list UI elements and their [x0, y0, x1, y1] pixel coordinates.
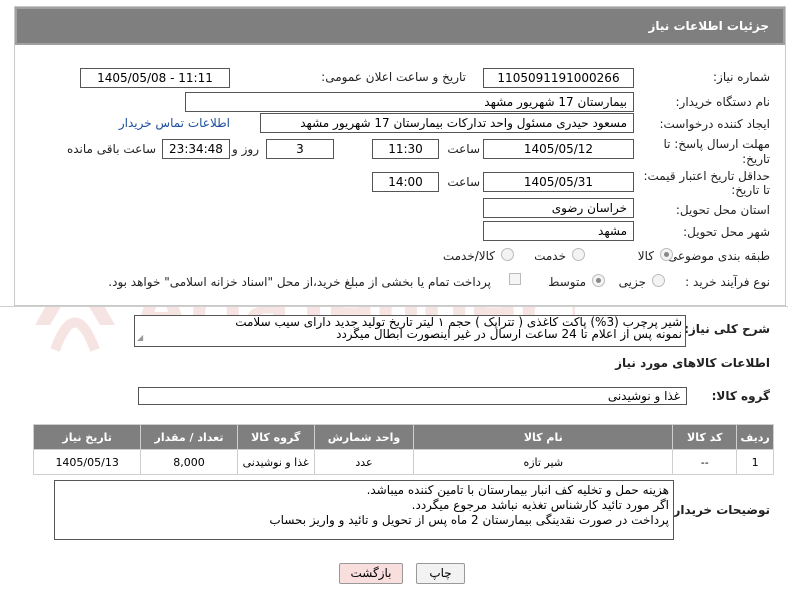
back-button[interactable]: بازگشت	[339, 563, 403, 584]
col-header-quantity: تعداد / مقدار	[140, 424, 238, 450]
validity-label-line2: تا تاریخ:	[731, 183, 770, 197]
col-header-name: نام کالا	[413, 424, 674, 450]
validity-time-label: ساعت	[447, 175, 480, 189]
deadline-label-line2: تاریخ:	[742, 152, 770, 166]
col-header-code: کد کالا	[672, 424, 738, 450]
goods-group-field: غذا و نوشیدنی	[138, 387, 687, 405]
general-desc-label: شرح کلی نیاز:	[684, 322, 770, 336]
creator-field: مسعود حیدری مسئول واحد تدارکات بیمارستان…	[260, 113, 634, 133]
cell-group: غذا و نوشیدنی	[236, 449, 315, 475]
province-label: استان محل تحویل:	[675, 203, 770, 217]
col-header-need-date: تاریخ نیاز	[32, 424, 142, 450]
days-remaining-field: 3	[266, 139, 334, 159]
buyer-contact-link[interactable]: اطلاعات تماس خریدار	[119, 116, 230, 130]
buyer-org-field: بیمارستان 17 شهریور مشهد	[185, 92, 634, 112]
category-label: طبقه بندی موضوعی:	[663, 249, 770, 263]
cell-need-date: 1405/05/13	[32, 449, 142, 475]
need-number-label: شماره نیاز:	[713, 70, 770, 84]
col-header-group: گروه کالا	[236, 424, 315, 450]
general-desc-line2: نمونه پس از اعلام تا 24 ساعت ارسال در غی…	[336, 327, 682, 341]
deadline-date-field: 1405/05/12	[483, 139, 634, 159]
need-number-field: 1105091191000266	[483, 68, 634, 88]
treasury-payment-note: پرداخت تمام یا بخشی از مبلغ خرید،از محل …	[108, 275, 491, 289]
category-option-service: خدمت	[534, 249, 566, 263]
col-header-unit: واحد شمارش	[313, 424, 415, 450]
time-remaining-field: 23:34:48	[162, 139, 230, 159]
buyer-notes-textarea[interactable]: هزینه حمل و تخلیه کف انبار بیمارستان با …	[54, 480, 674, 540]
process-radio-minor[interactable]	[652, 274, 665, 287]
city-field: مشهد	[483, 221, 634, 241]
cell-quantity: 8,000	[140, 449, 238, 475]
category-radio-service[interactable]	[572, 248, 585, 261]
col-header-row-no: ردیف	[736, 424, 774, 450]
cell-row-no: 1	[736, 449, 774, 475]
time-remaining-label: ساعت باقی مانده	[66, 142, 156, 156]
buyer-notes-label: توضیحات خریدار:	[668, 503, 770, 517]
buyer-org-label: نام دستگاه خریدار:	[675, 95, 771, 109]
province-field: خراسان رضوی	[483, 198, 634, 218]
goods-group-label: گروه کالا:	[711, 389, 770, 403]
goods-info-title: اطلاعات کالاهای مورد نیاز	[615, 356, 770, 370]
validity-label-line1: حداقل تاریخ اعتبار قیمت:	[643, 169, 770, 183]
process-option-minor: جزیی	[618, 275, 646, 289]
treasury-payment-checkbox[interactable]	[509, 273, 521, 285]
deadline-label-line1: مهلت ارسال پاسخ: تا	[663, 137, 770, 151]
cell-name: شیر تازه	[413, 449, 674, 475]
validity-time-field: 14:00	[372, 172, 439, 192]
category-option-goods: کالا	[637, 249, 654, 263]
announce-field: 1405/05/08 - 11:11	[80, 68, 230, 88]
process-radio-medium[interactable]	[592, 274, 605, 287]
table-header-row: ردیف کد کالا نام کالا واحد شمارش گروه کا…	[32, 424, 774, 450]
category-radio-goods[interactable]	[660, 248, 673, 261]
cell-code: --	[672, 449, 738, 475]
process-option-medium: متوسط	[548, 275, 586, 289]
deadline-time-label: ساعت	[447, 142, 480, 156]
buyer-notes-line3: پرداخت در صورت نقدینگی بیمارستان 2 ماه پ…	[269, 513, 669, 527]
creator-label: ایجاد کننده درخواست:	[659, 117, 770, 131]
days-label: روز و	[232, 142, 259, 156]
goods-table: ردیف کد کالا نام کالا واحد شمارش گروه کا…	[32, 424, 774, 475]
category-radio-goods-service[interactable]	[501, 248, 514, 261]
resize-grip-icon[interactable]: ◢	[137, 332, 143, 344]
announce-label: تاریخ و ساعت اعلان عمومی:	[321, 70, 466, 84]
buyer-notes-line2: اگر مورد تائید کارشناس تغذیه نباشد مرجوع…	[411, 498, 669, 512]
panel-header: جزئیات اطلاعات نیاز	[15, 7, 785, 45]
validity-date-field: 1405/05/31	[483, 172, 634, 192]
table-row: 1 -- شیر تازه عدد غذا و نوشیدنی 8,000 14…	[32, 449, 774, 475]
general-desc-textarea[interactable]: شیر پرچرب (3%) پاکت کاغذی ( تتراپک ) حجم…	[134, 315, 686, 347]
process-label: نوع فرآیند خرید :	[685, 275, 770, 289]
buyer-notes-line1: هزینه حمل و تخلیه کف انبار بیمارستان با …	[366, 483, 669, 497]
deadline-time-field: 11:30	[372, 139, 439, 159]
print-button[interactable]: چاپ	[416, 563, 465, 584]
panel-title: جزئیات اطلاعات نیاز	[648, 19, 769, 33]
category-option-goods-service: کالا/خدمت	[442, 249, 495, 263]
city-label: شهر محل تحویل:	[683, 225, 770, 239]
cell-unit: عدد	[313, 449, 415, 475]
divider	[0, 306, 788, 307]
